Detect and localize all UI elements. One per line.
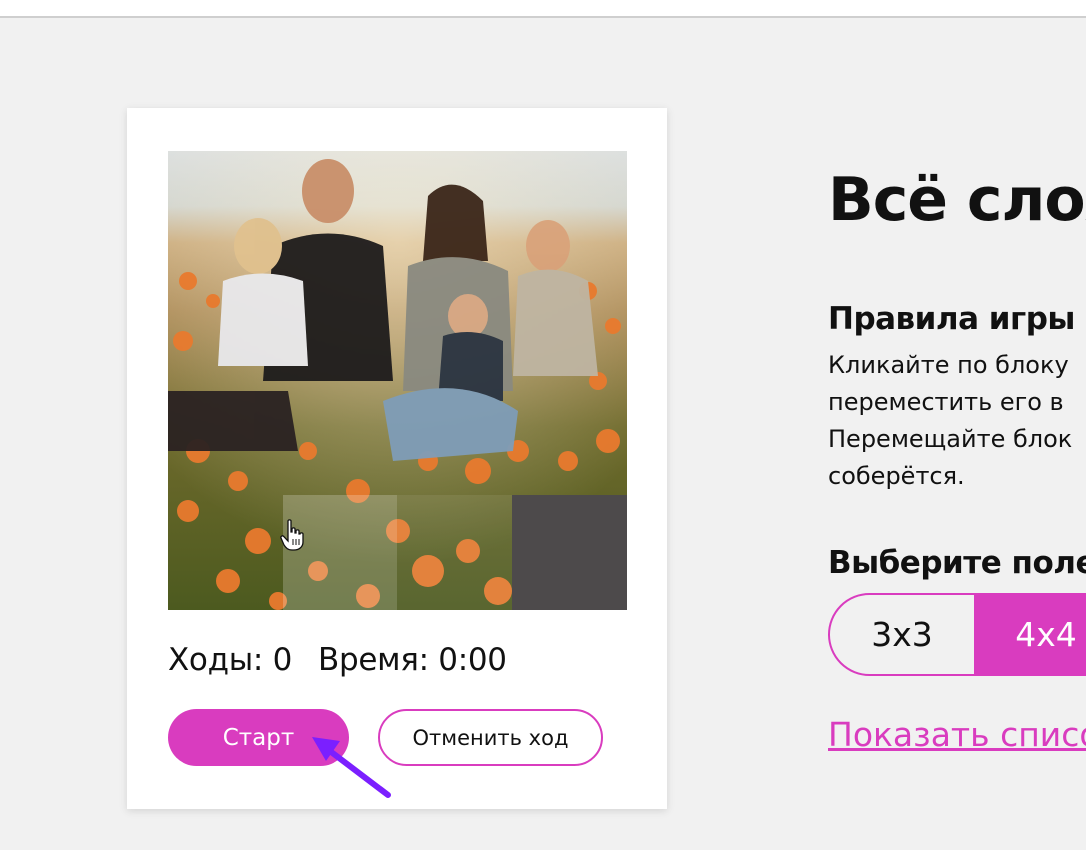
rules-line: соберётся. [828,462,965,490]
size-option-4x4[interactable]: 4x4 [974,595,1086,674]
annotation-arrow-icon [312,737,391,798]
show-list-link[interactable]: Показать списо [828,713,1086,757]
moves-counter: Ходы: 0 [168,642,293,678]
rules-text: Кликайте по блоку переместить его в Пере… [828,347,1072,495]
size-toggle: 3x3 4x4 [828,593,1086,676]
empty-tile [512,495,627,610]
game-stats: Ходы: 0 Время: 0:00 [168,638,507,682]
info-panel: Всё слож Правила игры Кликайте по блоку … [828,0,1086,850]
puzzle-photo [168,151,627,610]
puzzle-card: Ходы: 0 Время: 0:00 Старт Отменить ход [127,108,667,809]
rules-heading: Правила игры [828,301,1075,337]
rules-line: переместить его в [828,388,1064,416]
size-option-3x3[interactable]: 3x3 [830,595,974,674]
timer: Время: 0:00 [318,642,507,678]
page-title: Всё слож [828,165,1086,235]
rules-line: Перемещайте блок [828,425,1073,453]
rules-line: Кликайте по блоку [828,351,1069,379]
size-heading: Выберите поле [828,545,1086,581]
puzzle-board[interactable] [168,151,627,610]
undo-move-button[interactable]: Отменить ход [378,709,603,766]
hand-pointer-icon [280,519,304,551]
